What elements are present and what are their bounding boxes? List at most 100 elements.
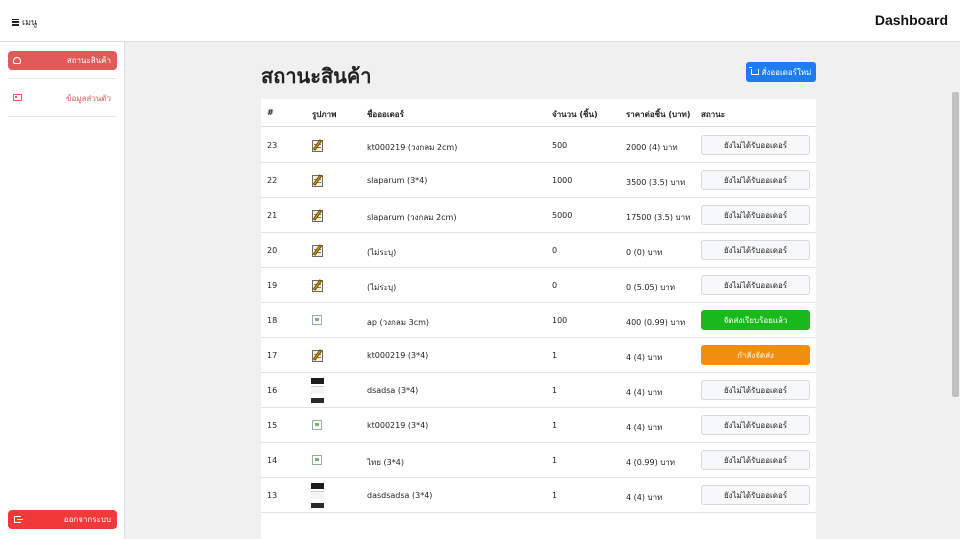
document-image-icon	[311, 173, 325, 187]
logout-button[interactable]: ออกจากระบบ	[8, 510, 117, 529]
order-price: 4 (0.99) บาท	[626, 458, 676, 467]
page-title: สถานะสินค้า	[261, 64, 372, 88]
table-row: 16 dsadsa (3*4) 1 4 (4) บาท ยังไม่ได้รับออเด…	[261, 373, 816, 408]
logout-label: ออกจากระบบ	[63, 515, 111, 524]
order-status-button[interactable]: ยังไม่ได้รับออเดอร์	[701, 170, 810, 190]
sidebar-divider	[8, 116, 117, 117]
order-status-button[interactable]: กำลังจัดส่ง	[701, 345, 810, 365]
order-id: 23	[267, 141, 278, 150]
sidebar-item-label: ข้อมูลส่วนตัว	[66, 93, 111, 103]
order-price: 3500 (3.5) บาท	[626, 178, 686, 187]
scrollbar-thumb[interactable]	[952, 92, 959, 397]
order-price: 2000 (4) บาท	[626, 143, 678, 152]
order-status-button[interactable]: ยังไม่ได้รับออเดอร์	[701, 240, 810, 260]
new-order-label: สั่งออเดอร์ใหม่	[761, 67, 812, 77]
sidebar-item-product-status[interactable]: สถานะสินค้า	[8, 51, 117, 70]
order-status-button[interactable]: ยังไม่ได้รับออเดอร์	[701, 485, 810, 505]
column-header-status: สถานะ	[701, 110, 725, 119]
order-status-button[interactable]: ยังไม่ได้รับออเดอร์	[701, 380, 810, 400]
table-header: # รูปภาพ ชื่อออเดอร์ จำนวน (ชิ้น) ราคาต่…	[261, 99, 816, 127]
order-quantity: 0	[552, 246, 558, 255]
sidebar-item-label: สถานะสินค้า	[66, 56, 111, 65]
order-name: dasdsadsa (3*4)	[367, 491, 433, 500]
orders-table: # รูปภาพ ชื่อออเดอร์ จำนวน (ชิ้น) ราคาต่…	[261, 99, 816, 539]
order-price: 4 (4) บาท	[626, 423, 663, 432]
table-row: 18 ap (วงกลม 3cm) 100 400 (0.99) บาท จัดส่งเ…	[261, 303, 816, 338]
order-id: 13	[267, 491, 278, 500]
scrollbar[interactable]	[951, 42, 960, 539]
order-name: (ไม่ระบุ)	[367, 248, 397, 257]
order-name: kt000219 (3*4)	[367, 421, 429, 430]
table-row: 22 slaparum (3*4) 1000 3500 (3.5) บาท ยังไม่…	[261, 163, 816, 198]
product-photo-thumbnail	[311, 378, 324, 403]
order-name: kt000219 (วงกลม 2cm)	[367, 143, 458, 152]
table-row: 17 kt000219 (3*4) 1 4 (4) บาท กำลังจัดส่ง	[261, 338, 816, 373]
order-status-button[interactable]: จัดส่งเรียบร้อยแล้ว	[701, 310, 810, 330]
order-name: slaparum (วงกลม 2cm)	[367, 213, 457, 222]
order-name: ไทย (3*4)	[367, 458, 404, 467]
order-id: 15	[267, 421, 278, 430]
order-id: 14	[267, 456, 278, 465]
order-name: dsadsa (3*4)	[367, 386, 419, 395]
order-id: 20	[267, 246, 278, 255]
order-quantity: 1	[552, 456, 558, 465]
order-quantity: 1000	[552, 176, 573, 185]
order-price: 4 (4) บาท	[626, 493, 663, 502]
table-row: 23 kt000219 (วงกลม 2cm) 500 2000 (4) บาท ยัง…	[261, 128, 816, 163]
top-bar: เมนู Dashboard	[0, 0, 960, 42]
order-name: ap (วงกลม 3cm)	[367, 318, 430, 327]
brand-title: Dashboard	[874, 12, 948, 28]
column-header-number: #	[267, 108, 274, 117]
order-price: 17500 (3.5) บาท	[626, 213, 691, 222]
document-image-icon	[311, 348, 325, 362]
column-header-image: รูปภาพ	[312, 110, 337, 119]
table-row: 14 ไทย (3*4) 1 4 (0.99) บาท ยังไม่ได้รับออเด…	[261, 443, 816, 478]
document-image-icon	[311, 243, 325, 257]
table-row: 19 (ไม่ระบุ) 0 0 (5.05) บาท ยังไม่ได้รับออเด…	[261, 268, 816, 303]
table-row: 21 slaparum (วงกลม 2cm) 5000 17500 (3.5) บา…	[261, 198, 816, 233]
order-id: 19	[267, 281, 278, 290]
new-order-button[interactable]: สั่งออเดอร์ใหม่	[746, 62, 816, 82]
order-quantity: 100	[552, 316, 568, 325]
table-row: 15 kt000219 (3*4) 1 4 (4) บาท ยังไม่ได้รับออ…	[261, 408, 816, 443]
order-price: 4 (4) บาท	[626, 388, 663, 397]
order-quantity: 0	[552, 281, 558, 290]
order-quantity: 5000	[552, 211, 573, 220]
broken-image-icon	[311, 453, 325, 467]
cart-icon	[748, 67, 759, 75]
order-status-button[interactable]: ยังไม่ได้รับออเดอร์	[701, 275, 810, 295]
sidebar: สถานะสินค้า ข้อมูลส่วนตัว ออกจากระบบ	[0, 42, 125, 539]
order-quantity: 1	[552, 491, 558, 500]
document-image-icon	[311, 138, 325, 152]
order-status-button[interactable]: ยังไม่ได้รับออเดอร์	[701, 450, 810, 470]
column-header-unit-price: ราคาต่อชิ้น (บาท)	[626, 110, 691, 119]
order-quantity: 1	[552, 386, 558, 395]
dashboard-icon	[13, 57, 21, 64]
order-name: slaparum (3*4)	[367, 176, 428, 185]
order-price: 0 (5.05) บาท	[626, 283, 676, 292]
menu-toggle-button[interactable]: เมนู	[12, 15, 37, 29]
order-name: kt000219 (3*4)	[367, 351, 429, 360]
order-id: 17	[267, 351, 278, 360]
order-price: 0 (0) บาท	[626, 248, 663, 257]
order-status-button[interactable]: ยังไม่ได้รับออเดอร์	[701, 135, 810, 155]
order-id: 16	[267, 386, 278, 395]
order-id: 18	[267, 316, 278, 325]
sidebar-divider	[8, 78, 117, 79]
order-price: 400 (0.99) บาท	[626, 318, 686, 327]
table-row: 20 (ไม่ระบุ) 0 0 (0) บาท ยังไม่ได้รับออเดอร์	[261, 233, 816, 268]
order-id: 21	[267, 211, 278, 220]
column-header-quantity: จำนวน (ชิ้น)	[552, 110, 598, 119]
order-price: 4 (4) บาท	[626, 353, 663, 362]
sidebar-item-profile[interactable]: ข้อมูลส่วนตัว	[8, 87, 117, 109]
hamburger-icon	[12, 18, 19, 26]
id-card-icon	[13, 94, 22, 101]
order-status-button[interactable]: ยังไม่ได้รับออเดอร์	[701, 415, 810, 435]
document-image-icon	[311, 208, 325, 222]
order-id: 22	[267, 176, 278, 185]
broken-image-icon	[311, 313, 325, 327]
order-quantity: 1	[552, 351, 558, 360]
document-image-icon	[311, 278, 325, 292]
order-status-button[interactable]: ยังไม่ได้รับออเดอร์	[701, 205, 810, 225]
product-photo-thumbnail	[311, 483, 324, 508]
